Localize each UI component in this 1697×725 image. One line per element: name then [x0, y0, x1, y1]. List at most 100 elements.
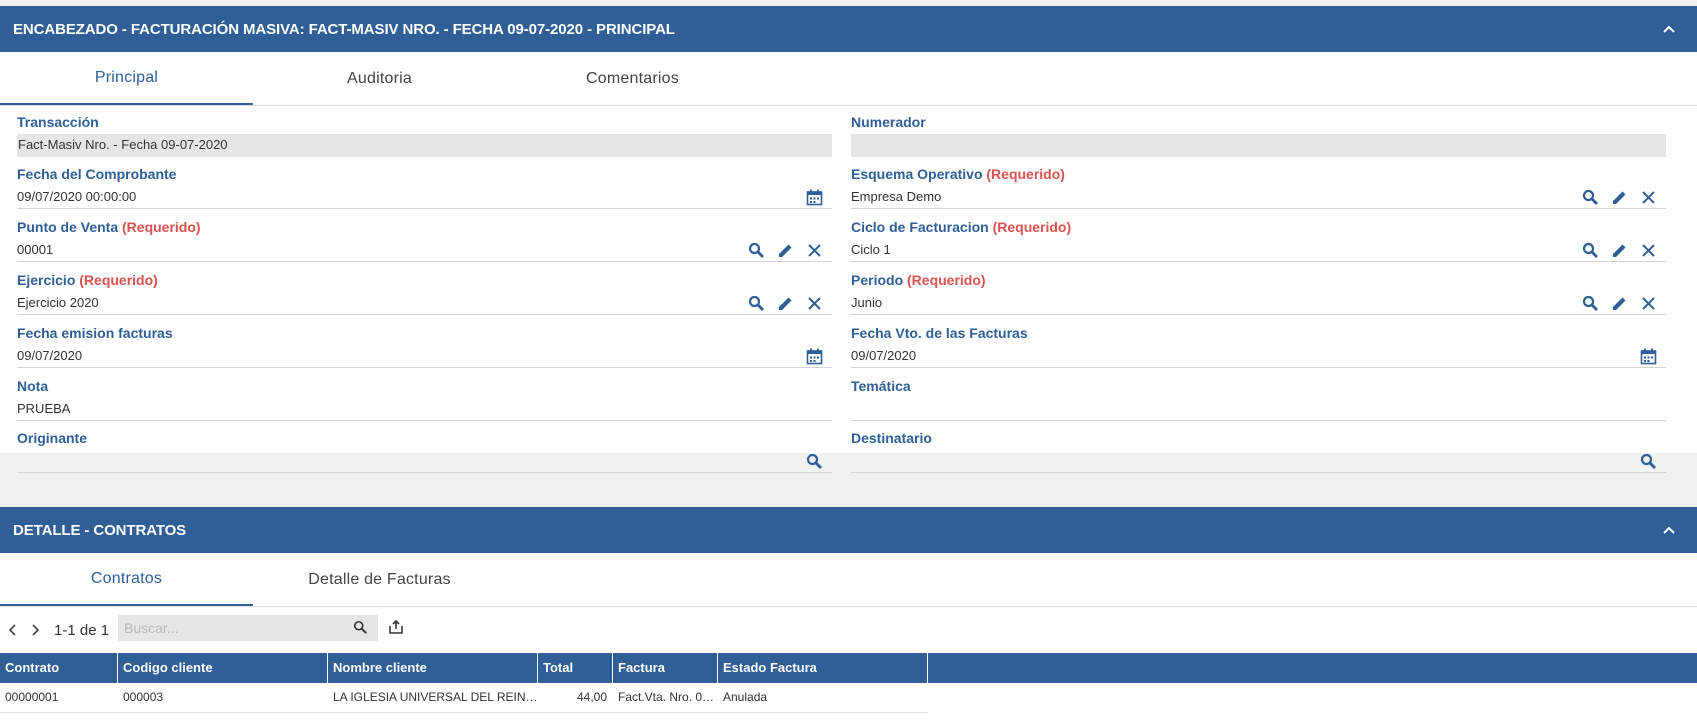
table-row[interactable]: 00000001 000003 LA IGLESIA UNIVERSAL DEL… — [0, 683, 928, 713]
header-panel-title: ENCABEZADO - FACTURACIÓN MASIVA: FACT-MA… — [13, 20, 675, 38]
close-icon[interactable] — [806, 295, 823, 312]
esquema-operativo-input[interactable]: Empresa Demo — [851, 186, 1666, 209]
search-icon[interactable] — [748, 295, 765, 312]
grid-toolbar: 1-1 de 1 — [0, 607, 1697, 653]
tab-comentarios[interactable]: Comentarios — [506, 52, 759, 105]
search-icon[interactable] — [1640, 453, 1657, 470]
field-periodo: Periodo (Requerido) Junio — [851, 271, 1666, 324]
field-transaccion: Transacción Fact-Masiv Nro. - Fecha 09-0… — [17, 113, 832, 166]
collapse-header-button[interactable] — [1656, 16, 1682, 42]
tematica-input[interactable] — [851, 398, 1666, 421]
field-fecha-comprobante: Fecha del Comprobante 09/07/2020 00:00:0… — [17, 165, 832, 218]
tab-contratos[interactable]: Contratos — [0, 553, 253, 606]
edit-icon[interactable] — [777, 242, 794, 259]
calendar-icon[interactable] — [1640, 348, 1657, 365]
tab-label: Auditoria — [347, 69, 412, 87]
label-text: Esquema Operativo — [851, 166, 983, 182]
close-icon[interactable] — [1640, 242, 1657, 259]
tab-label: Detalle de Facturas — [308, 570, 451, 588]
search-icon[interactable] — [1582, 242, 1599, 259]
periodo-input[interactable]: Junio — [851, 292, 1666, 315]
input-actions — [806, 450, 823, 472]
fecha-emision-input[interactable]: 09/07/2020 — [17, 345, 832, 368]
search-icon[interactable] — [806, 453, 823, 470]
chevron-up-icon — [1663, 526, 1675, 534]
field-ciclo-facturacion: Ciclo de Facturacion (Requerido) Ciclo 1 — [851, 218, 1666, 271]
chevron-left-icon[interactable] — [6, 623, 20, 637]
detail-panel: DETALLE - CONTRATOS Contratos Detalle de… — [0, 507, 1697, 725]
punto-venta-input[interactable]: 00001 — [17, 239, 832, 262]
pager-status: 1-1 de 1 — [54, 621, 110, 639]
field-esquema-operativo: Esquema Operativo (Requerido) Empresa De… — [851, 165, 1666, 218]
column-header-total[interactable]: Total — [538, 653, 613, 683]
input-value: Junio — [851, 295, 883, 310]
input-actions — [806, 186, 823, 208]
nota-input[interactable]: PRUEBA — [17, 398, 832, 421]
detail-panel-title-bar[interactable]: DETALLE - CONTRATOS — [0, 507, 1697, 553]
field-punto-venta: Punto de Venta (Requerido) 00001 — [17, 218, 832, 271]
ciclo-facturacion-input[interactable]: Ciclo 1 — [851, 239, 1666, 262]
close-icon[interactable] — [806, 242, 823, 259]
field-label: Ciclo de Facturacion (Requerido) — [851, 218, 1666, 237]
input-actions — [1582, 292, 1657, 314]
edit-icon[interactable] — [1611, 242, 1628, 259]
tab-label: Comentarios — [586, 69, 679, 87]
input-value: 09/07/2020 — [851, 348, 917, 363]
field-label: Fecha emision facturas — [17, 325, 173, 341]
field-label: Nota — [17, 378, 49, 394]
input-value: 00001 — [17, 242, 54, 257]
field-label: Numerador — [851, 114, 926, 130]
tab-detalle-facturas[interactable]: Detalle de Facturas — [253, 553, 506, 606]
close-icon[interactable] — [1640, 295, 1657, 312]
input-actions — [748, 239, 823, 261]
field-label: Temática — [851, 378, 911, 394]
field-nota: Nota PRUEBA — [17, 377, 832, 430]
column-header-factura[interactable]: Factura — [613, 653, 718, 683]
originante-input[interactable] — [17, 450, 832, 473]
input-actions — [806, 345, 823, 367]
tab-principal[interactable]: Principal — [0, 52, 253, 105]
fecha-comprobante-input[interactable]: 09/07/2020 00:00:00 — [17, 186, 832, 209]
required-marker: (Requerido) — [907, 272, 986, 288]
field-fecha-vto: Fecha Vto. de las Facturas 09/07/2020 — [851, 324, 1666, 377]
input-value: 09/07/2020 — [17, 348, 83, 363]
input-actions — [1582, 186, 1657, 208]
field-label: Periodo (Requerido) — [851, 271, 1666, 290]
header-panel-title-bar[interactable]: ENCABEZADO - FACTURACIÓN MASIVA: FACT-MA… — [0, 6, 1697, 52]
header-form: Transacción Fact-Masiv Nro. - Fecha 09-0… — [0, 106, 1697, 506]
destinatario-input[interactable] — [851, 450, 1666, 473]
collapse-detail-button[interactable] — [1656, 517, 1682, 543]
fecha-vto-input[interactable]: 09/07/2020 — [851, 345, 1666, 368]
field-originante: Originante — [17, 429, 832, 482]
calendar-icon[interactable] — [806, 348, 823, 365]
cell-estado-factura: Anulada — [723, 690, 768, 704]
close-icon[interactable] — [1640, 189, 1657, 206]
search-icon[interactable] — [1582, 295, 1599, 312]
label-text: Ciclo de Facturacion — [851, 219, 989, 235]
edit-icon[interactable] — [1611, 189, 1628, 206]
ejercicio-input[interactable]: Ejercicio 2020 — [17, 292, 832, 315]
column-header-contrato[interactable]: Contrato — [0, 653, 118, 683]
tab-auditoria[interactable]: Auditoria — [253, 52, 506, 105]
detail-panel-title: DETALLE - CONTRATOS — [13, 521, 187, 539]
field-destinatario: Destinatario — [851, 429, 1666, 482]
input-value: Empresa Demo — [851, 189, 942, 204]
chevron-right-icon[interactable] — [28, 623, 42, 637]
chevron-up-icon — [1663, 25, 1675, 33]
edit-icon[interactable] — [1611, 295, 1628, 312]
column-header-nombre-cliente[interactable]: Nombre cliente — [328, 653, 538, 683]
field-numerador: Numerador — [851, 113, 1666, 166]
search-icon[interactable] — [748, 242, 765, 259]
calendar-icon[interactable] — [806, 189, 823, 206]
search-input[interactable] — [118, 615, 345, 641]
header-tabs: Principal Auditoria Comentarios — [0, 52, 1697, 106]
field-ejercicio: Ejercicio (Requerido) Ejercicio 2020 — [17, 271, 832, 324]
search-icon[interactable] — [353, 620, 368, 635]
export-icon[interactable] — [388, 619, 404, 635]
required-marker: (Requerido) — [986, 166, 1065, 182]
required-marker: (Requerido) — [79, 272, 158, 288]
search-icon[interactable] — [1582, 189, 1599, 206]
column-header-estado-factura[interactable]: Estado Factura — [718, 653, 928, 683]
column-header-codigo-cliente[interactable]: Codigo cliente — [118, 653, 328, 683]
edit-icon[interactable] — [777, 295, 794, 312]
